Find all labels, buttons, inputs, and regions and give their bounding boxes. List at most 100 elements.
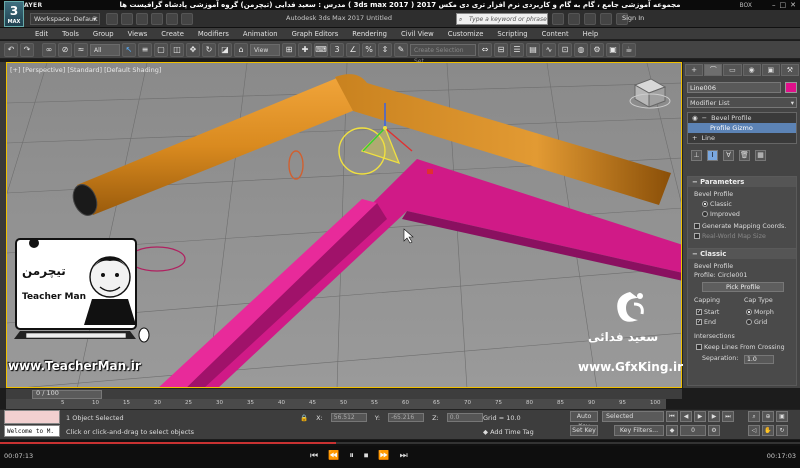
max-app-button[interactable]: 3 MAX	[4, 1, 24, 27]
tab-utilities[interactable]: ⚒	[780, 64, 800, 76]
menu-edit[interactable]: Edit	[28, 28, 55, 39]
undo-icon[interactable]	[151, 13, 163, 25]
key-selection-dropdown[interactable]: Selected	[602, 411, 664, 422]
object-name-field[interactable]: Line006	[687, 82, 781, 93]
schematic-view-icon[interactable]: ⊡	[558, 42, 572, 57]
percent-snap-icon[interactable]: %	[362, 42, 376, 57]
morph-radio[interactable]: Morph	[746, 309, 774, 316]
forward-icon[interactable]: ⏩	[378, 451, 389, 461]
stop-icon[interactable]: ⏹	[364, 451, 369, 461]
menu-create[interactable]: Create	[154, 28, 191, 39]
project-folder-icon[interactable]	[181, 13, 193, 25]
spinner-snap-icon[interactable]: ⇕	[378, 42, 392, 57]
save-file-icon[interactable]	[136, 13, 148, 25]
parameters-rollout-header[interactable]: − Parameters	[688, 177, 796, 187]
modifier-list-dropdown[interactable]: Modifier List ▾	[687, 97, 797, 108]
workspace-dropdown[interactable]: Workspace: Default ▾	[30, 13, 100, 25]
menu-graph-editors[interactable]: Graph Editors	[285, 28, 346, 39]
pivot-icon[interactable]: ⊞	[282, 42, 296, 57]
binoculars-icon[interactable]	[552, 13, 564, 25]
select-manipulate-icon[interactable]: ✚	[298, 42, 312, 57]
keep-lines-checkbox[interactable]: Keep Lines From Crossing	[696, 344, 785, 351]
visibility-icon[interactable]: ◉	[692, 113, 698, 123]
show-end-result-icon[interactable]: I	[707, 149, 718, 161]
remove-modifier-icon[interactable]: 🗑	[739, 149, 750, 161]
new-file-icon[interactable]	[106, 13, 118, 25]
redo-icon[interactable]: ↷	[20, 42, 34, 57]
menu-group[interactable]: Group	[86, 28, 121, 39]
rotate-icon[interactable]: ↻	[202, 42, 216, 57]
menu-help[interactable]: Help	[576, 28, 606, 39]
viewport-label[interactable]: [+] [Perspective] [Standard] [Default Sh…	[10, 66, 161, 74]
make-unique-icon[interactable]: ∀	[723, 149, 734, 161]
configure-sets-icon[interactable]: ▦	[755, 149, 766, 161]
menu-content[interactable]: Content	[535, 28, 576, 39]
menu-customize[interactable]: Customize	[441, 28, 491, 39]
prev-frame-icon[interactable]: ◀	[680, 411, 692, 422]
stack-item-line[interactable]: + Line	[688, 133, 796, 143]
x-coordinate-field[interactable]: 56.512	[330, 413, 367, 422]
maxscript-listener-output[interactable]: Welcome to M.	[4, 425, 60, 437]
pan-icon[interactable]: ✋	[762, 425, 774, 436]
link-icon[interactable]: ∞	[42, 42, 56, 57]
window-crossing-icon[interactable]: ◫	[170, 42, 184, 57]
prev-icon[interactable]: ⏮	[310, 451, 318, 461]
angle-snap-icon[interactable]: ∠	[346, 42, 360, 57]
zoom-all-icon[interactable]: ⊕	[762, 411, 774, 422]
menu-views[interactable]: Views	[121, 28, 155, 39]
track-bar[interactable]: 5 10 15 20 25 30 35 40 45 50 55 60 65 70 75 80 85 90 95 100	[6, 399, 666, 409]
rect-selection-icon[interactable]: ▢	[154, 42, 168, 57]
stack-item-bevel-profile[interactable]: ◉ − Bevel Profile	[688, 113, 796, 123]
expand-icon[interactable]: −	[702, 113, 707, 123]
maxscript-listener-input[interactable]	[4, 410, 60, 424]
stack-item-profile-gizmo[interactable]: Profile Gizmo	[688, 123, 796, 133]
current-frame-field[interactable]: 0	[680, 425, 706, 436]
end-cap-checkbox[interactable]: ✓ End	[696, 319, 716, 326]
rendered-frame-icon[interactable]: ▣	[606, 42, 620, 57]
unlink-icon[interactable]: ⊘	[58, 42, 72, 57]
z-coordinate-field[interactable]: 0.0	[446, 413, 483, 422]
auto-key-button[interactable]: Auto Key	[570, 411, 598, 430]
align-icon[interactable]: ⊟	[494, 42, 508, 57]
key-mode-icon[interactable]: ◆	[666, 425, 678, 436]
open-file-icon[interactable]	[121, 13, 133, 25]
menu-tools[interactable]: Tools	[55, 28, 86, 39]
classic-rollout-header[interactable]: − Classic	[688, 249, 796, 259]
redo-icon[interactable]	[166, 13, 178, 25]
next-icon[interactable]: ⏭	[400, 451, 408, 461]
menu-rendering[interactable]: Rendering	[345, 28, 394, 39]
zoom-extents-icon[interactable]: ▣	[776, 411, 788, 422]
menu-civil-view[interactable]: Civil View	[394, 28, 441, 39]
undo-icon[interactable]: ↶	[4, 42, 18, 57]
tab-hierarchy[interactable]: ▭	[723, 64, 742, 76]
tab-create[interactable]: +	[685, 64, 704, 76]
menu-animation[interactable]: Animation	[236, 28, 285, 39]
render-production-icon[interactable]: ☕	[622, 42, 636, 57]
orbit-icon[interactable]: ↻	[776, 425, 788, 436]
search-input[interactable]: ⌕ Type a keyword or phrase	[456, 13, 548, 25]
rewind-icon[interactable]: ⏪	[328, 451, 339, 461]
render-setup-icon[interactable]: ⚙	[590, 42, 604, 57]
reference-coord-dropdown[interactable]: View	[250, 43, 280, 56]
next-frame-icon[interactable]: ▶	[708, 411, 720, 422]
key-filters-button[interactable]: Key Filters...	[614, 425, 664, 436]
goto-end-icon[interactable]: ⏭	[722, 411, 734, 422]
keyboard-shortcut-icon[interactable]: ⌨	[314, 42, 328, 57]
move-icon[interactable]: ✥	[186, 42, 200, 57]
snap-toggle-icon[interactable]: 3	[330, 42, 344, 57]
tab-modify[interactable]: ⌒	[704, 64, 723, 76]
fov-icon[interactable]: ◁	[748, 425, 760, 436]
mirror-icon[interactable]: ⇔	[478, 42, 492, 57]
pause-icon[interactable]: ⏸	[349, 451, 354, 461]
placement-icon[interactable]: ⌂	[234, 42, 248, 57]
close-icon[interactable]: ✕	[790, 1, 796, 9]
sign-in-link[interactable]: Sign In	[622, 14, 644, 22]
goto-start-icon[interactable]: ⏮	[666, 411, 678, 422]
layer-explorer-icon[interactable]: ☰	[510, 42, 524, 57]
y-coordinate-field[interactable]: -65.216	[388, 413, 425, 422]
set-key-button[interactable]: Set Key	[570, 425, 598, 436]
object-color-swatch[interactable]	[785, 82, 797, 93]
generate-mapping-checkbox[interactable]: Generate Mapping Coords.	[694, 223, 786, 230]
subscription-icon[interactable]	[584, 13, 596, 25]
time-slider[interactable]	[6, 388, 682, 399]
